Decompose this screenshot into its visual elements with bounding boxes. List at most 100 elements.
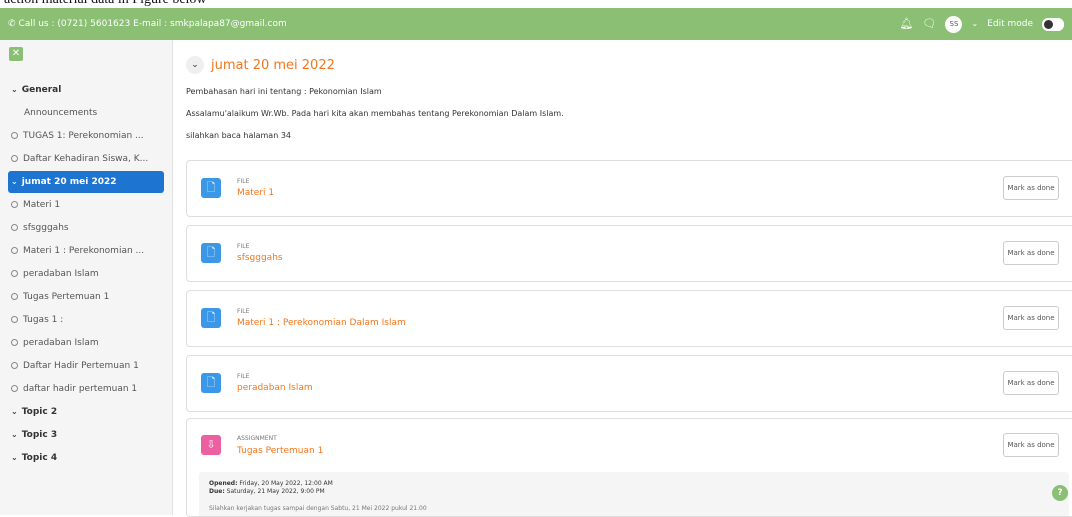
activity-type: ASSIGNMENT bbox=[237, 435, 277, 442]
sidebar-item-daftar-kehadiran[interactable]: Daftar Kehadiran Siswa, K... bbox=[8, 148, 164, 170]
activity-file-peradaban: 🗋︎ FILE peradaban Islam Mark as done bbox=[186, 355, 1072, 412]
sidebar-item-tugas-pertemuan1[interactable]: Tugas Pertemuan 1 bbox=[8, 286, 164, 308]
activity-file-materi1: 🗋︎ FILE Materi 1 Mark as done bbox=[186, 160, 1072, 217]
top-navbar: ✆ Call us : (0721) 5601623 E-mail : smkp… bbox=[0, 8, 1072, 40]
file-icon[interactable]: 🗋︎ bbox=[201, 308, 221, 328]
sidebar-item-daftar-hadir[interactable]: Daftar Hadir Pertemuan 1 bbox=[8, 355, 164, 377]
item-label: daftar hadir pertemuan 1 bbox=[23, 384, 138, 394]
activity-link[interactable]: Materi 1 bbox=[237, 188, 274, 198]
file-icon[interactable]: 🗋︎ bbox=[201, 373, 221, 393]
item-label: peradaban Islam bbox=[23, 338, 99, 348]
opened-date: Opened: Friday, 20 May 2022, 12:00 AM bbox=[209, 480, 333, 487]
circle-icon bbox=[11, 293, 18, 300]
section-label: Topic 4 bbox=[21, 453, 58, 463]
section-summary-line1: Pembahasan hari ini tentang : Pekonomian… bbox=[186, 87, 382, 96]
circle-icon bbox=[11, 385, 18, 392]
activity-link[interactable]: Tugas Pertemuan 1 bbox=[237, 446, 323, 456]
due-date: Due: Saturday, 21 May 2022, 9:00 PM bbox=[209, 488, 325, 495]
sidebar-section-general[interactable]: ⌄ General bbox=[8, 79, 164, 101]
sidebar-item-peradaban-islam[interactable]: peradaban Islam bbox=[8, 263, 164, 285]
item-label: Materi 1 bbox=[23, 200, 61, 210]
section-label: Topic 2 bbox=[21, 407, 58, 417]
item-label: Materi 1 : Perekonomian ... bbox=[23, 246, 145, 256]
sidebar-section-topic3[interactable]: ⌄ Topic 3 bbox=[8, 424, 164, 446]
edit-mode-toggle[interactable] bbox=[1042, 17, 1064, 31]
section-label: jumat 20 mei 2022 bbox=[21, 177, 117, 187]
file-icon[interactable]: 🗋︎ bbox=[201, 243, 221, 263]
item-label: Tugas 1 : bbox=[23, 315, 64, 325]
circle-icon bbox=[11, 201, 18, 208]
circle-icon bbox=[11, 155, 18, 162]
phone-icon: ✆ bbox=[8, 19, 16, 29]
course-content: ⌄ jumat 20 mei 2022 Pembahasan hari ini … bbox=[186, 40, 1072, 517]
sidebar-item-daftar-hadir-b[interactable]: daftar hadir pertemuan 1 bbox=[8, 378, 164, 400]
item-label: Daftar Hadir Pertemuan 1 bbox=[23, 361, 139, 371]
assignment-note: Silahkan kerjakan tugas sampai dengan Sa… bbox=[209, 505, 427, 512]
mark-as-done-button[interactable]: Mark as done bbox=[1003, 433, 1059, 457]
activity-assignment: ⇩ ASSIGNMENT Tugas Pertemuan 1 Mark as d… bbox=[186, 418, 1072, 517]
help-button[interactable]: ? bbox=[1052, 485, 1068, 501]
section-label: Topic 3 bbox=[21, 430, 58, 440]
section-summary-line3: silahkan baca halaman 34 bbox=[186, 131, 292, 140]
mark-as-done-button[interactable]: Mark as done bbox=[1003, 176, 1059, 200]
activity-link[interactable]: peradaban Islam bbox=[237, 383, 313, 393]
contact-text: Call us : (0721) 5601623 E-mail : smkpal… bbox=[18, 19, 287, 29]
chevron-down-icon[interactable]: ⌄ bbox=[971, 15, 978, 33]
close-icon[interactable]: ✕ bbox=[9, 47, 23, 61]
mark-as-done-button[interactable]: Mark as done bbox=[1003, 306, 1059, 330]
circle-icon bbox=[11, 132, 18, 139]
chevron-down-icon: ⌄ bbox=[11, 430, 18, 439]
item-label: Tugas Pertemuan 1 bbox=[23, 292, 110, 302]
assignment-icon[interactable]: ⇩ bbox=[201, 435, 221, 455]
sidebar-section-topic2[interactable]: ⌄ Topic 2 bbox=[8, 401, 164, 423]
chat-icon[interactable]: 🗨︎ bbox=[923, 15, 937, 33]
item-label: Announcements bbox=[24, 108, 98, 118]
activity-link[interactable]: sfsgggahs bbox=[237, 253, 283, 263]
activity-link[interactable]: Materi 1 : Perekonomian Dalam Islam bbox=[237, 318, 406, 328]
assignment-dates: Opened: Friday, 20 May 2022, 12:00 AM Du… bbox=[199, 472, 1069, 516]
activity-type: FILE bbox=[237, 178, 250, 185]
activity-type: FILE bbox=[237, 243, 250, 250]
chevron-down-icon: ⌄ bbox=[11, 453, 18, 462]
file-icon[interactable]: 🗋︎ bbox=[201, 178, 221, 198]
sidebar-item-peradaban-islam-b[interactable]: peradaban Islam bbox=[8, 332, 164, 354]
circle-icon bbox=[11, 270, 18, 277]
sidebar-item-materi1-perekonomian[interactable]: Materi 1 : Perekonomian ... bbox=[8, 240, 164, 262]
sidebar-item-tugas1-b[interactable]: Tugas 1 : bbox=[8, 309, 164, 331]
chevron-down-icon[interactable]: ⌄ bbox=[186, 56, 204, 74]
nav-actions: 🔔︎ 🗨︎ SS ⌄ Edit mode bbox=[900, 15, 1064, 33]
course-index-drawer: ✕ ⌄ General Announcements TUGAS 1: Pereko… bbox=[0, 40, 173, 515]
sidebar-section-topic4[interactable]: ⌄ Topic 4 bbox=[8, 447, 164, 469]
section-header: ⌄ jumat 20 mei 2022 bbox=[186, 56, 335, 74]
sidebar-item-announcements[interactable]: Announcements bbox=[24, 102, 180, 124]
mark-as-done-button[interactable]: Mark as done bbox=[1003, 241, 1059, 265]
chevron-down-icon: ⌄ bbox=[11, 85, 18, 94]
chevron-down-icon: ⌄ bbox=[11, 407, 18, 416]
section-title: jumat 20 mei 2022 bbox=[211, 57, 335, 73]
circle-icon bbox=[11, 316, 18, 323]
opened-value: Friday, 20 May 2022, 12:00 AM bbox=[239, 480, 333, 487]
sidebar-item-materi1[interactable]: Materi 1 bbox=[8, 194, 164, 216]
sidebar-section-jumat[interactable]: ⌄ jumat 20 mei 2022 bbox=[8, 171, 164, 193]
due-value: Saturday, 21 May 2022, 9:00 PM bbox=[226, 488, 325, 495]
circle-icon bbox=[11, 224, 18, 231]
item-label: TUGAS 1: Perekonomian ... bbox=[23, 131, 144, 141]
circle-icon bbox=[11, 247, 18, 254]
bell-icon[interactable]: 🔔︎ bbox=[900, 15, 914, 33]
sidebar-item-sfsgggahs[interactable]: sfsgggahs bbox=[8, 217, 164, 239]
document-caption: action material data in Figure below bbox=[0, 0, 1072, 8]
contact-info: ✆ Call us : (0721) 5601623 E-mail : smkp… bbox=[8, 19, 287, 29]
caption-text: action material data in Figure below bbox=[4, 0, 207, 8]
avatar[interactable]: SS bbox=[945, 15, 963, 33]
sidebar-item-tugas1[interactable]: TUGAS 1: Perekonomian ... bbox=[8, 125, 164, 147]
item-label: Daftar Kehadiran Siswa, K... bbox=[23, 154, 149, 164]
section-summary-line2: Assalamu'alaikum Wr.Wb. Pada hari kita a… bbox=[186, 109, 564, 118]
edit-mode-label: Edit mode bbox=[987, 19, 1033, 29]
activity-type: FILE bbox=[237, 373, 250, 380]
mark-as-done-button[interactable]: Mark as done bbox=[1003, 371, 1059, 395]
chevron-down-icon: ⌄ bbox=[11, 177, 18, 186]
opened-label: Opened: bbox=[209, 480, 238, 487]
due-label: Due: bbox=[209, 488, 225, 495]
item-label: peradaban Islam bbox=[23, 269, 99, 279]
circle-icon bbox=[11, 362, 18, 369]
